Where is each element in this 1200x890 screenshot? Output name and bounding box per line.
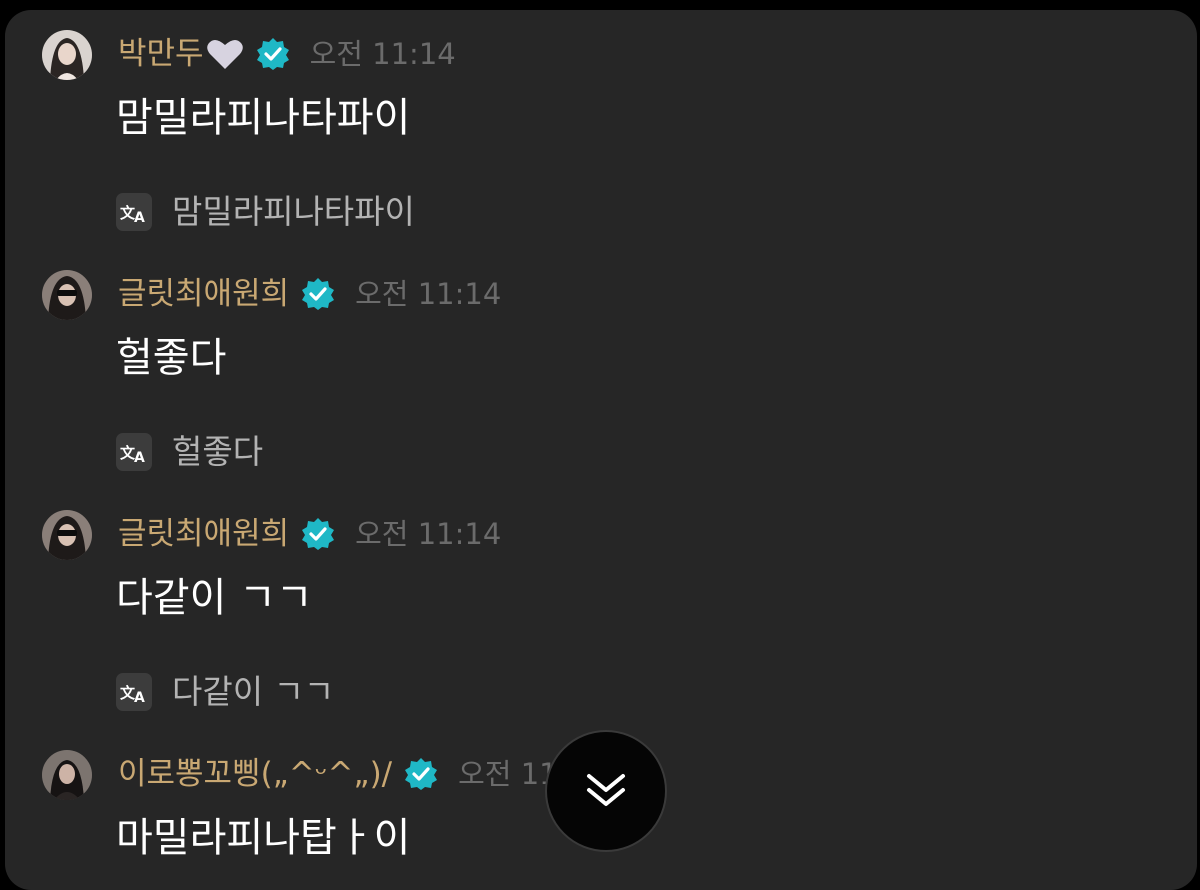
translate-icon[interactable]: 文 A	[116, 673, 152, 711]
avatar[interactable]	[42, 510, 92, 560]
translation-text: 헐좋다	[172, 432, 264, 471]
message-header: 글릿최애원희 오전 11:14	[118, 514, 501, 554]
username[interactable]: 박만두	[118, 34, 204, 74]
message-header: 이로뽕꼬삥(„^ᵕ^„)/ 오전 11:14	[118, 754, 604, 794]
verified-badge-icon	[301, 517, 335, 551]
chat-screen: 박만두 오전 11:14 맘밀라피나타파이 文 A 맘밀라피나타파이 글릿최애원…	[5, 10, 1197, 890]
white-heart-icon	[206, 37, 244, 71]
translation-row[interactable]: 文 A 헐좋다	[116, 430, 263, 474]
svg-text:A: A	[134, 690, 145, 705]
svg-text:A: A	[134, 450, 145, 465]
verified-badge-icon	[256, 37, 290, 71]
verified-badge-icon	[301, 277, 335, 311]
username[interactable]: 이로뽕꼬삥(„^ᵕ^„)/	[118, 754, 392, 794]
message-text[interactable]: 마밀라피나탑ㅏ이	[116, 810, 410, 866]
translate-icon[interactable]: 文 A	[116, 193, 152, 231]
message-time: 오전 11:14	[355, 517, 502, 551]
translation-row[interactable]: 文 A 다같이 ㄱㄱ	[116, 670, 334, 714]
verified-badge-icon	[404, 757, 438, 791]
message-time: 오전 11:14	[355, 277, 502, 311]
double-chevron-down-icon	[587, 774, 625, 806]
chat-message: 글릿최애원희 오전 11:14 헐좋다 文 A 헐좋다	[5, 270, 1197, 471]
message-text[interactable]: 다같이 ㄱㄱ	[116, 570, 313, 626]
translate-icon[interactable]: 文 A	[116, 433, 152, 471]
translation-row[interactable]: 文 A 맘밀라피나타파이	[116, 190, 415, 234]
username[interactable]: 글릿최애원희	[118, 514, 289, 554]
translation-text: 맘밀라피나타파이	[172, 192, 415, 231]
chat-message: 글릿최애원희 오전 11:14 다같이 ㄱㄱ 文 A 다같이 ㄱㄱ	[5, 510, 1197, 711]
message-header: 박만두 오전 11:14	[118, 34, 456, 74]
avatar[interactable]	[42, 750, 92, 800]
message-header: 글릿최애원희 오전 11:14	[118, 274, 501, 314]
message-text[interactable]: 헐좋다	[116, 330, 226, 386]
scroll-to-bottom-button[interactable]	[545, 730, 667, 852]
message-time: 오전 11:14	[309, 37, 456, 71]
chat-message: 박만두 오전 11:14 맘밀라피나타파이 文 A 맘밀라피나타파이	[5, 30, 1197, 231]
avatar[interactable]	[42, 270, 92, 320]
username[interactable]: 글릿최애원희	[118, 274, 289, 314]
message-text[interactable]: 맘밀라피나타파이	[116, 90, 410, 146]
svg-text:A: A	[134, 210, 145, 225]
avatar[interactable]	[42, 30, 92, 80]
translation-text: 다같이 ㄱㄱ	[172, 672, 335, 711]
